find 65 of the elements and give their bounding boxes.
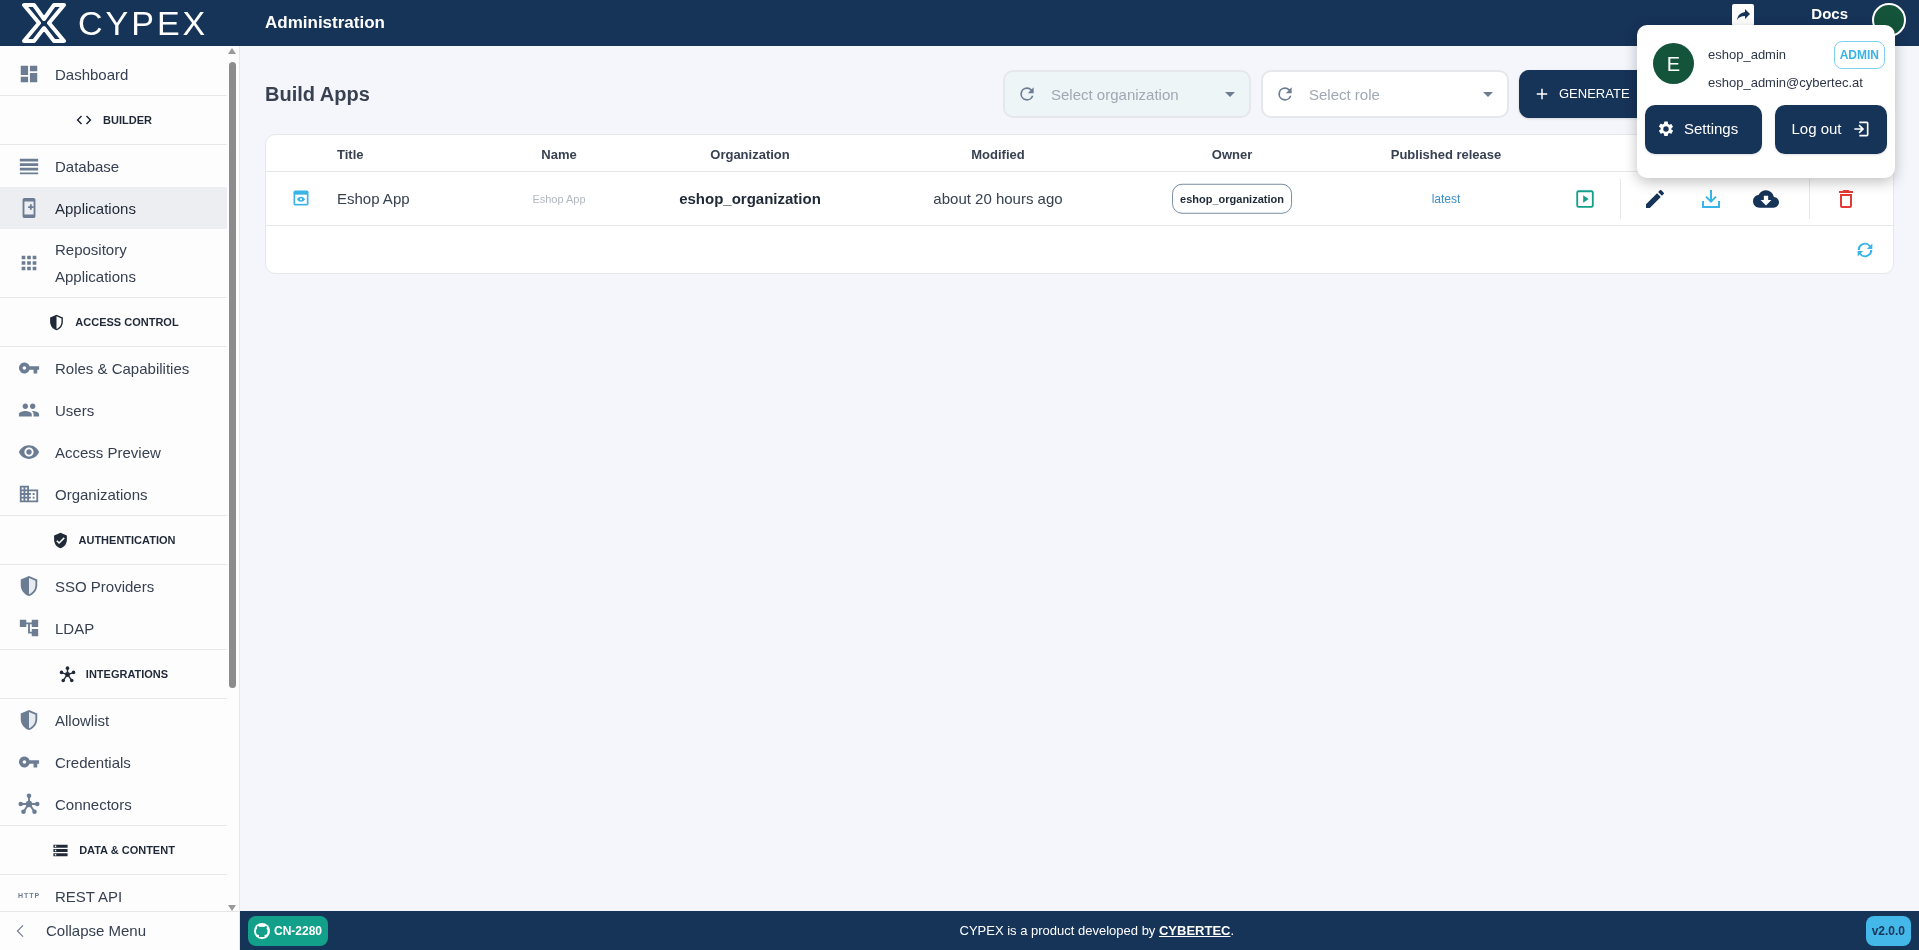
sidebar-item[interactable]: LDAP (0, 607, 227, 649)
sidebar-item[interactable]: Connectors (0, 783, 227, 825)
logo-text: CYPEX (78, 6, 209, 40)
email-text: eshop_admin@cybertec.at (1708, 74, 1864, 92)
shield-icon (18, 575, 40, 597)
sidebar-item[interactable]: Organizations (0, 473, 227, 515)
sidebar-item[interactable]: Database (0, 145, 227, 187)
section-heading: BUILDER (103, 112, 152, 128)
user-avatar: E (1653, 43, 1694, 84)
section-heading: DATA & CONTENT (79, 842, 175, 858)
github-icon (254, 922, 270, 939)
footer-credit: CYPEX is a product developed by CYBERTEC. (959, 921, 1235, 940)
share-icon[interactable] (1731, 3, 1756, 27)
scroll-up-icon[interactable] (228, 48, 236, 54)
column-header[interactable]: Organization (710, 145, 790, 165)
table-cell-text: Eshop App (532, 191, 586, 207)
column-header[interactable]: Modified (971, 145, 1025, 165)
sidebar-item[interactable]: Access Preview (0, 431, 227, 473)
select-field[interactable]: Select role (1261, 70, 1509, 118)
column-header[interactable]: Title (337, 145, 364, 165)
select-field[interactable]: Select organization (1003, 70, 1251, 118)
sidebar-item[interactable]: Repository Applications (0, 229, 227, 297)
column-header[interactable]: Owner (1211, 145, 1253, 165)
shield-icon (18, 709, 40, 731)
shield-check-icon (51, 531, 69, 549)
network-icon (18, 793, 40, 815)
network-icon (58, 665, 76, 683)
gear-icon (1657, 120, 1675, 138)
sidebar-item[interactable]: Roles & Capabilities (0, 347, 227, 389)
release-link[interactable]: latest (1431, 189, 1461, 208)
sidebar-item[interactable]: Users (0, 389, 227, 431)
chevron-left-icon (14, 925, 26, 937)
version-badge: v2.0.0 (1865, 915, 1911, 946)
sidebar-item[interactable]: Credentials (0, 741, 227, 783)
dashboard-icon (18, 63, 40, 85)
refresh-icon (1275, 84, 1295, 104)
refresh-icon (1017, 84, 1037, 104)
username-text: eshop_admin (1708, 46, 1787, 65)
table-cell-text: eshop_organization (679, 188, 821, 209)
column-header[interactable]: Name (541, 145, 577, 165)
section-heading: ACCESS CONTROL (75, 314, 179, 330)
table-cell-text: about 20 hours ago (933, 188, 1063, 209)
page-title: Build Apps (265, 82, 370, 107)
preview-icon (291, 188, 311, 208)
page-header-title: Administration (265, 12, 385, 35)
docs-link[interactable]: Docs (1811, 3, 1848, 26)
settings-button[interactable]: Settings (1645, 104, 1762, 154)
logout-button[interactable]: Log out (1775, 104, 1887, 154)
caret-down-icon (1483, 92, 1493, 97)
sidebar-item[interactable]: Dashboard (0, 53, 227, 95)
sidebar-item[interactable]: Applications (0, 187, 227, 229)
building-icon (18, 483, 40, 505)
hierarchy-icon (18, 617, 40, 639)
logo-icon (22, 3, 66, 43)
scrollbar-thumb[interactable] (228, 62, 236, 688)
play-icon[interactable] (1574, 187, 1596, 210)
table-cell-text: Eshop App (337, 188, 410, 209)
sidebar-item[interactable]: Allowlist (0, 699, 227, 741)
column-header[interactable]: Published release (1390, 145, 1502, 165)
section-heading: AUTHENTICATION (78, 532, 176, 548)
sidebar-item[interactable]: SSO Providers (0, 565, 227, 607)
caret-down-icon (1225, 92, 1235, 97)
section-heading: INTEGRATIONS (85, 666, 169, 682)
role-badge: ADMIN (1833, 41, 1885, 69)
shield-icon (48, 313, 66, 331)
